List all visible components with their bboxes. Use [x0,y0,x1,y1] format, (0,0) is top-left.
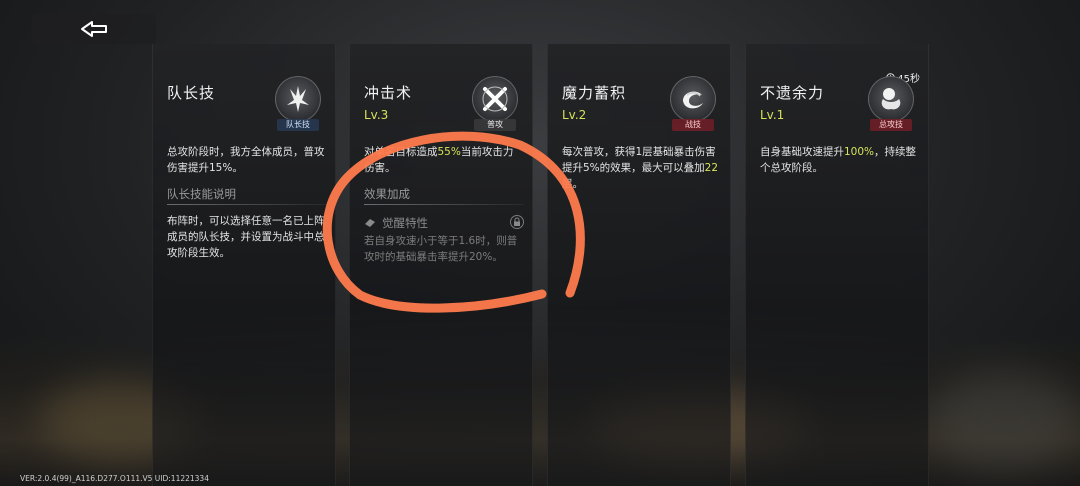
skill-icon-wrap: 队长技 [275,76,321,136]
skill-level: Lv.2 [562,108,587,122]
mana-charge-icon [670,76,716,122]
card-title: 魔力蓄积 [562,84,627,102]
skill-card-mana[interactable]: 魔力蓄积 Lv.2 战技 每次普攻，获得1层基础暴击伤害提升5%的效果，最大可以… [547,44,731,486]
back-button[interactable] [32,14,156,44]
version-text: VER:2.0.4(99)_A116.D277.O111.V5 UID:1122… [20,474,209,483]
section-title: 队长技能说明 [167,187,236,201]
description-text: 名目标造成 [385,146,438,158]
skill-description: 对单名目标造成55%当前攻击力伤害。 [364,144,522,176]
description-text: 每次普攻，获得1层基础暴击伤害提升5%的效果，最大可以叠加 [562,146,716,174]
highlight-value: 100% [844,146,875,158]
card-title: 不遗余力 [760,84,825,102]
trait-gem-icon [365,219,375,227]
locked-trait-row: 觉醒特性 [364,215,524,231]
section-text: 布阵时，可以选择任意一名已上阵成员的队长技，并设置为战斗中总攻阶段生效。 [167,215,325,259]
skill-card-strike[interactable]: 冲击术 Lv.3 普攻 对单名目标造成55%当前攻击力伤害。 效果加成 觉醒特性… [349,44,533,486]
skill-description: 每次普攻，获得1层基础暴击伤害提升5%的效果，最大可以叠加22 层。 [562,144,720,192]
skill-type-tag: 战技 [672,119,714,131]
leader-skill-icon [275,76,321,122]
skill-type-tag: 普攻 [474,119,516,131]
section-title: 效果加成 [364,187,410,201]
skill-icon-wrap: 总攻技 [868,76,914,136]
skill-level: Lv.3 [364,108,389,122]
skill-description: 自身基础攻速提升100%，持续整个总攻阶段。 [760,144,918,176]
locked-trait-title: 觉醒特性 [382,216,428,230]
highlight-value: 22 [704,162,719,174]
description-text: 对 [364,146,375,158]
locked-trait-text: 若自身攻速小于等于1.6时，则普攻时的基础暴击率提升20%。 [364,235,518,263]
card-title: 冲击术 [364,84,413,102]
strike-skill-icon [472,76,518,122]
skill-icon-wrap: 普攻 [472,76,518,136]
lock-icon [510,215,524,229]
highlight-value: 55% [437,146,461,158]
skill-type-tag: 队长技 [277,119,319,131]
all-out-skill-icon [868,76,914,122]
skill-card-all-out[interactable]: 不遗余力 Lv.1 45秒 总攻技 自身基础攻速提升100%，持续整个总攻阶段。 [745,44,929,486]
skill-icon-wrap: 战技 [670,76,716,136]
skill-card-leader[interactable]: 队长技 队长技 总攻阶段时，我方全体成员，普攻伤害提升15%。 队长技能说明 布… [152,44,336,486]
description-text: 自身基础攻速提升 [760,146,844,158]
skill-type-tag: 总攻技 [870,119,912,131]
divider [364,204,524,205]
divider [167,204,327,205]
back-arrow-icon [81,21,107,37]
card-title: 队长技 [167,84,216,102]
skill-description: 总攻阶段时，我方全体成员，普攻伤害提升15%。 [167,146,325,174]
description-text: 单 [374,146,386,158]
skill-level: Lv.1 [760,108,785,122]
background-blob [930,370,1080,470]
description-text: 层。 [562,178,583,190]
